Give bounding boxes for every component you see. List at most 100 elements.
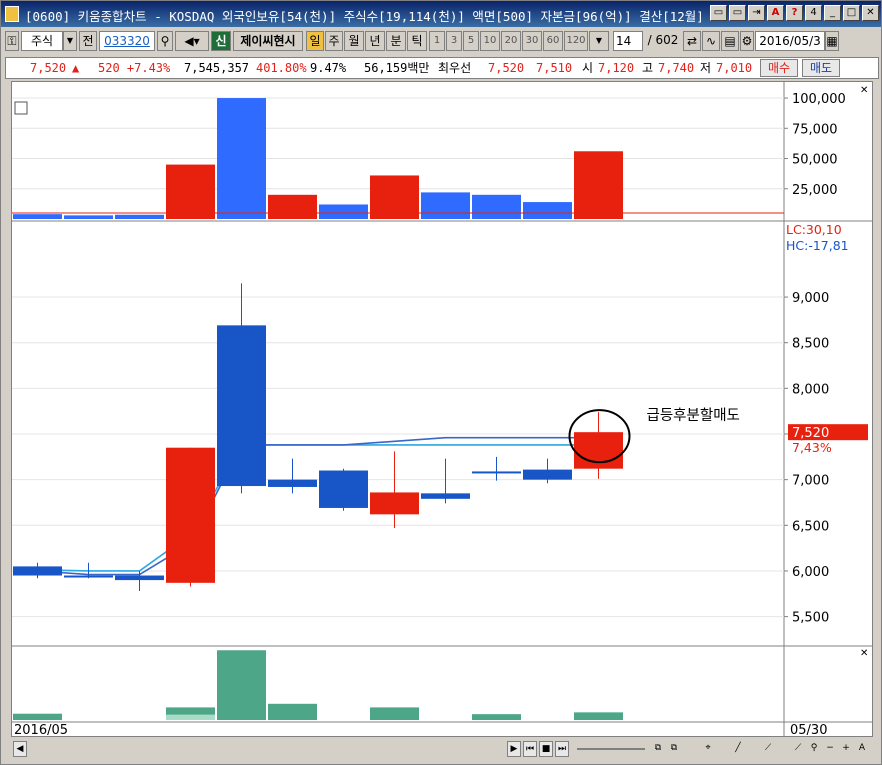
- minute-3[interactable]: 3: [446, 31, 462, 51]
- low-price: 7,010: [716, 61, 753, 75]
- minute-20[interactable]: 20: [501, 31, 521, 51]
- window-tile-icon[interactable]: ▭: [710, 5, 727, 21]
- price-tick-label: 8,000: [792, 382, 829, 397]
- link-icon[interactable]: ⇥: [748, 5, 765, 21]
- calendar-icon[interactable]: ▦: [825, 31, 839, 51]
- chart-svg: 100,000 75,000 50,000 25,000 ✕ 9,000 8,500 8,00…: [12, 82, 872, 738]
- draw-line-icon[interactable]: ╱: [731, 741, 745, 757]
- count-input[interactable]: 14: [613, 31, 643, 51]
- chevron-down-icon[interactable]: ▼: [63, 31, 77, 51]
- minute-30[interactable]: 30: [522, 31, 542, 51]
- stock-code-input[interactable]: 033320: [99, 31, 155, 51]
- chart-type-icon[interactable]: ⇄: [683, 31, 701, 51]
- rewind-icon[interactable]: ⏮: [523, 741, 537, 757]
- close-button[interactable]: ✕: [862, 5, 879, 21]
- search-icon[interactable]: ⚲: [157, 31, 173, 51]
- hc-label: HC:-17,81: [786, 238, 849, 253]
- stop-icon[interactable]: ■: [539, 741, 553, 757]
- quote-bar: 7,520 ▲ 520 +7.43% 7,545,357 401.80% 9.4…: [5, 57, 879, 79]
- indicator-bar: [268, 703, 317, 720]
- volume-bar: [217, 98, 266, 219]
- volume-bar: [421, 192, 470, 219]
- candle-body: [166, 447, 215, 583]
- minimize-button[interactable]: _: [824, 5, 841, 21]
- minute-1[interactable]: 1: [429, 31, 445, 51]
- scroll-left-icon[interactable]: ◀: [13, 741, 27, 757]
- price-tick-label: 6,000: [792, 565, 829, 580]
- title-bar: [0600] 키움종합차트 - KOSDAQ 외국인보유[54(천)] 주식수[…: [1, 1, 881, 27]
- volume-bar: [472, 194, 521, 219]
- new-button[interactable]: 신: [211, 31, 231, 51]
- up-arrow-icon: ▲: [72, 61, 80, 75]
- volume-tick-label: 25,000: [792, 183, 838, 198]
- window-cascade-icon[interactable]: ▭: [729, 5, 746, 21]
- price-tick-label: 9,000: [792, 291, 829, 306]
- volume-bar: [370, 175, 419, 219]
- period-minute[interactable]: 분: [386, 31, 406, 51]
- last-price-label: 7,520: [792, 426, 829, 441]
- app-icon: [5, 6, 19, 22]
- all-toggle[interactable]: 전: [79, 31, 97, 51]
- volume-bar: [574, 151, 623, 219]
- minute-5[interactable]: 5: [463, 31, 479, 51]
- gear-icon[interactable]: ⚙: [740, 31, 754, 51]
- text-tool-icon[interactable]: A: [855, 741, 869, 757]
- volume-bar: [268, 194, 317, 219]
- play-icon[interactable]: ▶: [507, 741, 521, 757]
- annotation-text: 급등후분할매도: [647, 407, 740, 424]
- font-icon[interactable]: A: [767, 5, 784, 21]
- forward-icon[interactable]: ⏭: [555, 741, 569, 757]
- candle-body: [64, 575, 113, 578]
- volume: 7,545,357: [184, 61, 250, 75]
- layout-icon[interactable]: ⧉: [667, 741, 681, 757]
- search-icon[interactable]: ⚲: [807, 741, 821, 757]
- help-icon[interactable]: ?: [786, 5, 803, 21]
- period-month[interactable]: 월: [344, 31, 364, 51]
- layout-icon[interactable]: ⧉: [651, 741, 665, 757]
- period-week[interactable]: 주: [325, 31, 343, 51]
- sell-button[interactable]: 매도: [802, 59, 840, 77]
- turnover: 9.47%: [310, 61, 347, 75]
- price-tick-label: 8,500: [792, 337, 829, 352]
- volume-tick-label: 75,000: [792, 122, 838, 137]
- candle-body: [319, 470, 368, 508]
- minute-60[interactable]: 60: [543, 31, 563, 51]
- chart-area[interactable]: 100,000 75,000 50,000 25,000 ✕ 9,000 8,500 8,00…: [11, 81, 873, 738]
- zoom-in-icon[interactable]: +: [839, 741, 853, 757]
- current-price: 7,520: [30, 61, 67, 75]
- low-label: 저: [700, 61, 712, 75]
- indicator-icon[interactable]: ∿: [702, 31, 720, 51]
- period-tick[interactable]: 틱: [407, 31, 427, 51]
- high-label: 고: [642, 61, 654, 75]
- price-change: 520 +7.43%: [98, 61, 171, 75]
- lock-icon[interactable]: ⚿: [5, 31, 19, 51]
- x-start-label: 2016/05: [14, 723, 68, 736]
- minute-10[interactable]: 10: [480, 31, 500, 51]
- volume-tick-label: 50,000: [792, 153, 838, 168]
- candle-body: [370, 492, 419, 515]
- date-input[interactable]: 2016/05/3: [755, 31, 825, 51]
- draw-tool-icon[interactable]: ⟋: [761, 741, 775, 757]
- bottom-scroll-bar: ◀ ▶ ⏮ ■ ⏭ ⧉ ⧉ ⌖ ╱ ⟋ ⟋ ⚲ − + A: [11, 739, 873, 759]
- volume-tick-label: 100,000: [792, 92, 846, 107]
- save-icon[interactable]: ▤: [721, 31, 739, 51]
- period-day[interactable]: 일: [306, 31, 324, 51]
- minute-120[interactable]: 120: [564, 31, 588, 51]
- crosshair-icon[interactable]: ⌖: [701, 741, 715, 757]
- market-select[interactable]: 주식: [21, 31, 63, 51]
- zoom-slider[interactable]: [577, 748, 645, 750]
- maximize-button[interactable]: □: [843, 5, 860, 21]
- screen-number[interactable]: 4: [805, 5, 822, 21]
- grid-icon: [14, 101, 28, 115]
- open-price: 7,120: [598, 61, 635, 75]
- indicator-bar-2: [166, 714, 215, 720]
- draw-tool-icon[interactable]: ⟋: [791, 741, 805, 757]
- candle-body: [523, 469, 572, 480]
- buy-button[interactable]: 매수: [760, 59, 798, 77]
- window-title: [0600] 키움종합차트 - KOSDAQ 외국인보유[54(천)] 주식수[…: [25, 9, 704, 24]
- zoom-out-icon[interactable]: −: [823, 741, 837, 757]
- trade-amount: 56,159백만: [364, 61, 430, 75]
- period-year[interactable]: 년: [365, 31, 385, 51]
- chevron-down-icon[interactable]: ▼: [589, 31, 609, 51]
- sound-icon[interactable]: ◀▾: [175, 31, 209, 51]
